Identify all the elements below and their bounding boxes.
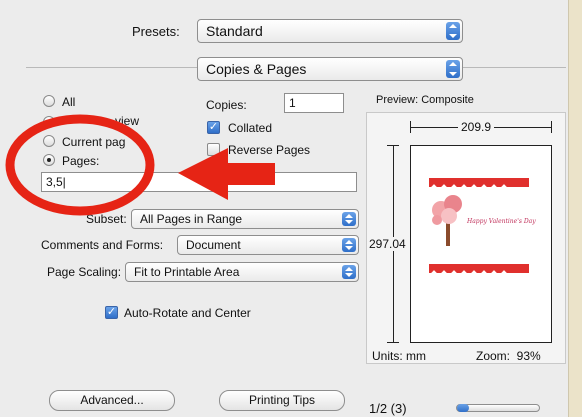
annotation-circle bbox=[5, 114, 155, 216]
annotation-overlay bbox=[5, 114, 275, 216]
annotation-arrow-icon bbox=[178, 148, 275, 200]
